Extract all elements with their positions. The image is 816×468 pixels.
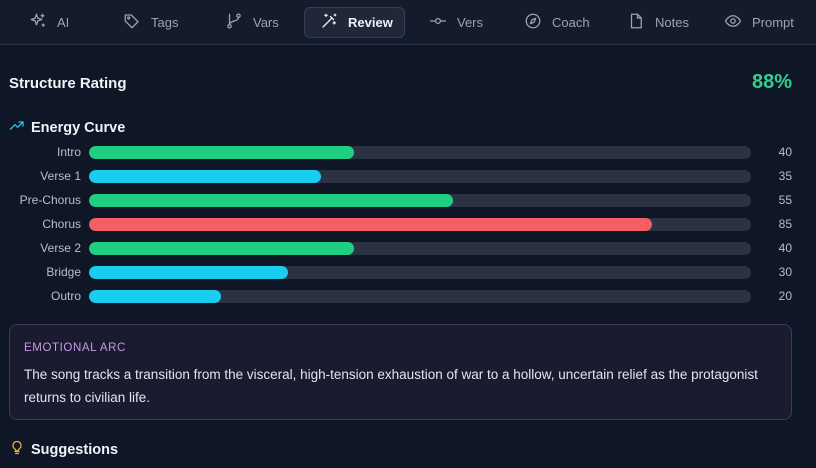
- commit-icon: [429, 12, 447, 33]
- energy-row: Bridge 30: [0, 265, 816, 280]
- tab-tags[interactable]: Tags: [114, 7, 192, 38]
- tab-prompt[interactable]: Prompt: [715, 7, 813, 38]
- tab-label: Tags: [151, 15, 179, 30]
- tab-notes[interactable]: Notes: [618, 7, 698, 38]
- energy-row-label: Verse 1: [40, 169, 81, 183]
- suggestions-heading: Suggestions: [9, 439, 118, 460]
- energy-curve-title: Energy Curve: [31, 120, 126, 136]
- energy-row-value: 35: [778, 169, 792, 183]
- energy-row: Chorus 85: [0, 217, 816, 232]
- git-branch-icon: [225, 12, 243, 33]
- tag-icon: [123, 12, 141, 33]
- suggestions-title: Suggestions: [31, 441, 119, 458]
- tab-label: Vers: [457, 15, 484, 30]
- magic-wand-icon: [320, 12, 338, 33]
- energy-row-label: Bridge: [46, 265, 81, 279]
- energy-row: Outro 20: [0, 289, 816, 304]
- sparkles-icon: [29, 12, 47, 33]
- compass-icon: [524, 12, 542, 33]
- tab-label: Notes: [655, 15, 689, 30]
- trending-up-icon: [9, 118, 31, 138]
- emotional-arc-title: EMOTIONAL ARC: [24, 342, 126, 354]
- energy-bar: [89, 170, 321, 183]
- energy-row-value: 85: [778, 217, 792, 231]
- eye-icon: [724, 12, 742, 33]
- tab-vers[interactable]: Vers: [420, 7, 494, 38]
- energy-bar-track: [89, 266, 751, 279]
- energy-bar-track: [89, 170, 751, 183]
- energy-curve-heading: Energy Curve: [9, 118, 125, 138]
- energy-row: Intro 40: [0, 145, 816, 160]
- energy-row: Pre-Chorus 55: [0, 193, 816, 208]
- tab-label: Prompt: [752, 15, 794, 30]
- energy-row-label: Outro: [50, 289, 81, 303]
- lightbulb-icon: [9, 439, 31, 460]
- energy-bar: [89, 218, 652, 231]
- energy-bar: [89, 266, 288, 279]
- energy-bar-track: [89, 146, 751, 159]
- emotional-arc-text: The song tracks a transition from the vi…: [24, 367, 758, 405]
- tab-label: Vars: [253, 15, 279, 30]
- energy-row-label: Verse 2: [40, 241, 81, 255]
- energy-bar-track: [89, 194, 751, 207]
- energy-row-label: Intro: [56, 145, 81, 159]
- energy-row-value: 40: [778, 241, 792, 255]
- energy-row: Verse 2 40: [0, 241, 816, 256]
- energy-bar: [89, 146, 354, 159]
- energy-row-label: Chorus: [42, 217, 81, 231]
- tab-ai[interactable]: AI: [20, 7, 90, 38]
- energy-row: Verse 1 35: [0, 169, 816, 184]
- energy-bar-track: [89, 218, 751, 231]
- tab-label: Coach: [552, 15, 590, 30]
- tab-label: AI: [57, 15, 70, 30]
- energy-bar-track: [89, 242, 751, 255]
- energy-bar-track: [89, 290, 751, 303]
- tab-bar: AI Tags Vars Review Vers Coach Notes Pro…: [0, 0, 816, 45]
- energy-bar: [89, 242, 354, 255]
- emotional-arc-card: EMOTIONAL ARC The song tracks a transiti…: [9, 324, 792, 420]
- tab-label: Review: [348, 15, 393, 30]
- structure-rating-title: Structure Rating: [9, 75, 127, 92]
- structure-rating-value: 88%: [751, 71, 792, 93]
- tab-review[interactable]: Review: [304, 7, 405, 38]
- file-icon: [627, 12, 645, 33]
- energy-row-value: 20: [778, 289, 792, 303]
- energy-row-label: Pre-Chorus: [19, 193, 81, 207]
- tab-vars[interactable]: Vars: [216, 7, 292, 38]
- energy-row-value: 40: [778, 145, 792, 159]
- energy-bar: [89, 194, 454, 207]
- energy-bar: [89, 290, 222, 303]
- energy-row-value: 55: [778, 193, 792, 207]
- tab-coach[interactable]: Coach: [515, 7, 599, 38]
- energy-row-value: 30: [778, 265, 792, 279]
